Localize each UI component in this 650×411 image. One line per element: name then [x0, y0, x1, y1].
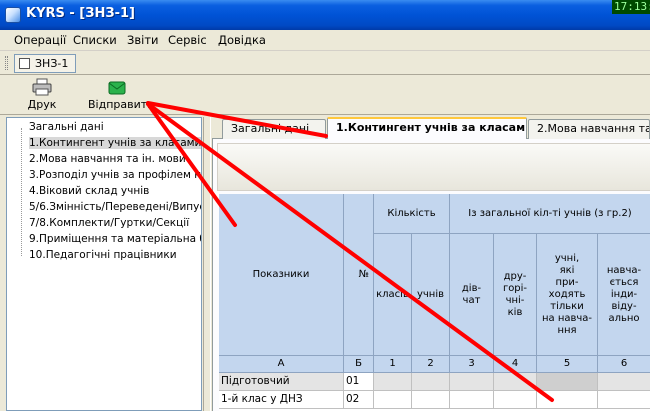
col-letter: 6	[598, 356, 650, 373]
data-cell[interactable]	[412, 391, 450, 409]
header-no: №	[344, 194, 374, 356]
header-students: учнів	[412, 234, 450, 356]
document-tab[interactable]: ЗНЗ-1	[14, 54, 76, 73]
content-pane: Загальні дані 1.Контингент учнів за клас…	[212, 117, 650, 411]
row-name: 1-й клас у ДНЗ	[219, 391, 344, 409]
data-grid[interactable]: Показники № Кількість Із загальної кіл-т…	[219, 194, 650, 411]
header-girls: дів- чат	[450, 234, 494, 356]
tab-contingent[interactable]: 1.Контингент учнів за класами	[327, 117, 527, 140]
menu-help[interactable]: Довідка	[218, 33, 266, 47]
menu-operations[interactable]: Операції	[14, 33, 66, 47]
menu-lists[interactable]: Списки	[73, 33, 117, 47]
col-letter: 5	[537, 356, 598, 373]
print-label: Друк	[27, 98, 57, 111]
tab-language[interactable]: 2.Мова навчання та	[528, 119, 650, 139]
window-title: KYRS - [ЗНЗ-1]	[26, 6, 135, 21]
data-cell[interactable]	[374, 391, 412, 409]
header-total: Із загальної кіл-ті учнів (з гр.2)	[450, 194, 650, 234]
form-icon	[19, 58, 30, 69]
data-cell[interactable]	[450, 373, 494, 391]
tree-connector	[21, 128, 22, 256]
print-button[interactable]: Друк	[22, 77, 62, 113]
header-indicators: Показники	[219, 194, 344, 356]
data-cell[interactable]	[598, 391, 650, 409]
menu-service[interactable]: Сервіс	[168, 33, 207, 47]
document-tab-bar: ЗНЗ-1	[0, 51, 650, 75]
panel-splitter[interactable]	[203, 117, 211, 411]
tree-item-general[interactable]: Загальні дані	[29, 119, 104, 135]
send-label: Відправити	[88, 98, 155, 111]
tree-item-contingent[interactable]: 1.Контингент учнів за класами	[29, 135, 201, 151]
col-letter: Б	[344, 356, 374, 373]
data-cell[interactable]	[374, 373, 412, 391]
tree-item-sets[interactable]: 7/8.Комплекти/Гуртки/Секції	[29, 215, 189, 231]
tree-item-premises[interactable]: 9.Приміщення та матеріальна база	[29, 231, 201, 247]
app-icon	[5, 7, 21, 23]
col-letter: 1	[374, 356, 412, 373]
clock: 17:13:	[612, 0, 650, 14]
envelope-icon	[108, 81, 126, 95]
tab-general[interactable]: Загальні дані	[222, 119, 326, 139]
document-tab-label: ЗНЗ-1	[35, 57, 69, 70]
row-code: 01	[344, 373, 374, 391]
data-cell[interactable]	[537, 391, 598, 409]
tree-item-age[interactable]: 4.Віковий склад учнів	[29, 183, 149, 199]
row-code: 02	[344, 391, 374, 409]
tree-item-language[interactable]: 2.Мова навчання та ін. мови	[29, 151, 186, 167]
header-count: Кількість	[374, 194, 450, 234]
menu-bar: Операції Списки Звіти Сервіс Довідка	[0, 30, 650, 51]
section-tree[interactable]: Загальні дані 1.Контингент учнів за клас…	[6, 117, 202, 411]
col-letter: 4	[494, 356, 537, 373]
toolbar-grip[interactable]	[5, 56, 8, 70]
tree-item-shifts[interactable]: 5/6.Змінність/Переведені/Випускники	[29, 199, 201, 215]
header-classes: класів	[374, 234, 412, 356]
data-cell[interactable]	[598, 373, 650, 391]
menu-reports[interactable]: Звіти	[127, 33, 159, 47]
data-cell[interactable]	[494, 373, 537, 391]
panel-toolbar	[217, 143, 650, 191]
section-tab-bar: Загальні дані 1.Контингент учнів за клас…	[212, 117, 650, 140]
tree-item-profile[interactable]: 3.Розподіл учнів за профілем навчання	[29, 167, 201, 183]
data-cell[interactable]	[412, 373, 450, 391]
tab-panel: Показники № Кількість Із загальної кіл-т…	[212, 139, 650, 411]
col-letter: 2	[412, 356, 450, 373]
col-letter: А	[219, 356, 344, 373]
header-second-year: дру- горі- чні- ків	[494, 234, 537, 356]
main-toolbar: Друк Відправити	[0, 75, 650, 115]
data-cell[interactable]	[537, 373, 598, 391]
header-attending: учні, які при- ходять тільки на навча- н…	[537, 234, 598, 356]
data-cell[interactable]	[494, 391, 537, 409]
row-name: Підготовчий	[219, 373, 344, 391]
header-individual: навча- ється інди- віду- ально	[598, 234, 650, 356]
printer-icon	[32, 78, 52, 96]
data-cell[interactable]	[450, 391, 494, 409]
col-letter: 3	[450, 356, 494, 373]
send-button[interactable]: Відправити	[88, 77, 155, 113]
title-bar: KYRS - [ЗНЗ-1] 17:13:	[0, 0, 650, 30]
tree-item-teachers[interactable]: 10.Педагогічні працівники	[29, 247, 177, 263]
